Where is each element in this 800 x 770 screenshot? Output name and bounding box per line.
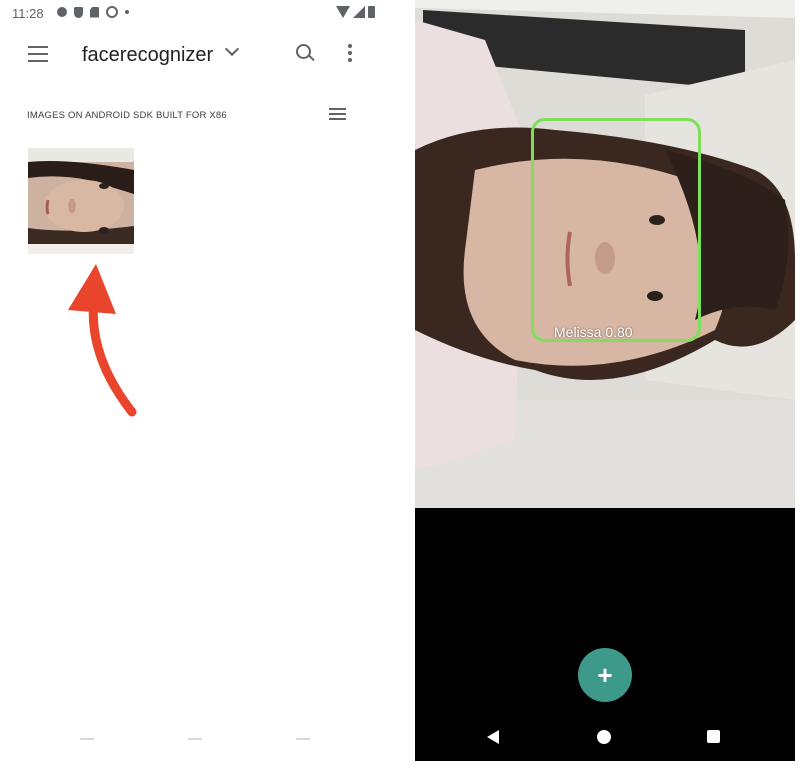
chevron-down-icon[interactable]: [224, 41, 240, 57]
app-bar: facerecognizer: [0, 30, 413, 82]
status-time: 11:28: [12, 6, 44, 21]
back-icon[interactable]: [487, 730, 499, 744]
left-nav-bar-faint: [60, 738, 340, 748]
add-button[interactable]: +: [578, 648, 632, 702]
list-view-icon[interactable]: [329, 108, 346, 122]
shield-icon: [74, 6, 83, 18]
camera-preview: Melissa 0.80: [415, 0, 795, 508]
annotation-arrow: [68, 264, 137, 417]
file-picker-panel: 11:28 facerecognizer IMAGES ON ANDROID S…: [0, 0, 413, 770]
status-bar: 11:28: [0, 0, 413, 28]
section-label: IMAGES ON ANDROID SDK BUILT FOR X86: [27, 110, 227, 121]
signal-icon: [353, 6, 365, 18]
face-thumbnail-image: [28, 148, 134, 254]
camera-controls-area: +: [415, 508, 795, 761]
home-icon[interactable]: [597, 730, 611, 744]
search-icon[interactable]: [296, 44, 315, 62]
recents-icon[interactable]: [707, 730, 720, 743]
dot-icon: [125, 10, 129, 14]
app-title: facerecognizer: [82, 44, 214, 66]
menu-icon[interactable]: [28, 46, 48, 62]
battery-icon: [368, 6, 375, 18]
more-vert-icon[interactable]: [345, 44, 355, 64]
wifi-icon: [336, 6, 350, 18]
sd-card-icon: [90, 6, 99, 18]
face-detection-label: Melissa 0.80: [554, 324, 633, 340]
gear-icon: [57, 7, 67, 17]
status-right-icons: [336, 6, 375, 18]
face-detection-box: [531, 118, 701, 342]
status-icons: [57, 6, 129, 18]
image-thumbnail[interactable]: [28, 148, 134, 254]
camera-app-panel: Melissa 0.80 +: [413, 0, 800, 770]
sync-icon: [106, 6, 118, 18]
